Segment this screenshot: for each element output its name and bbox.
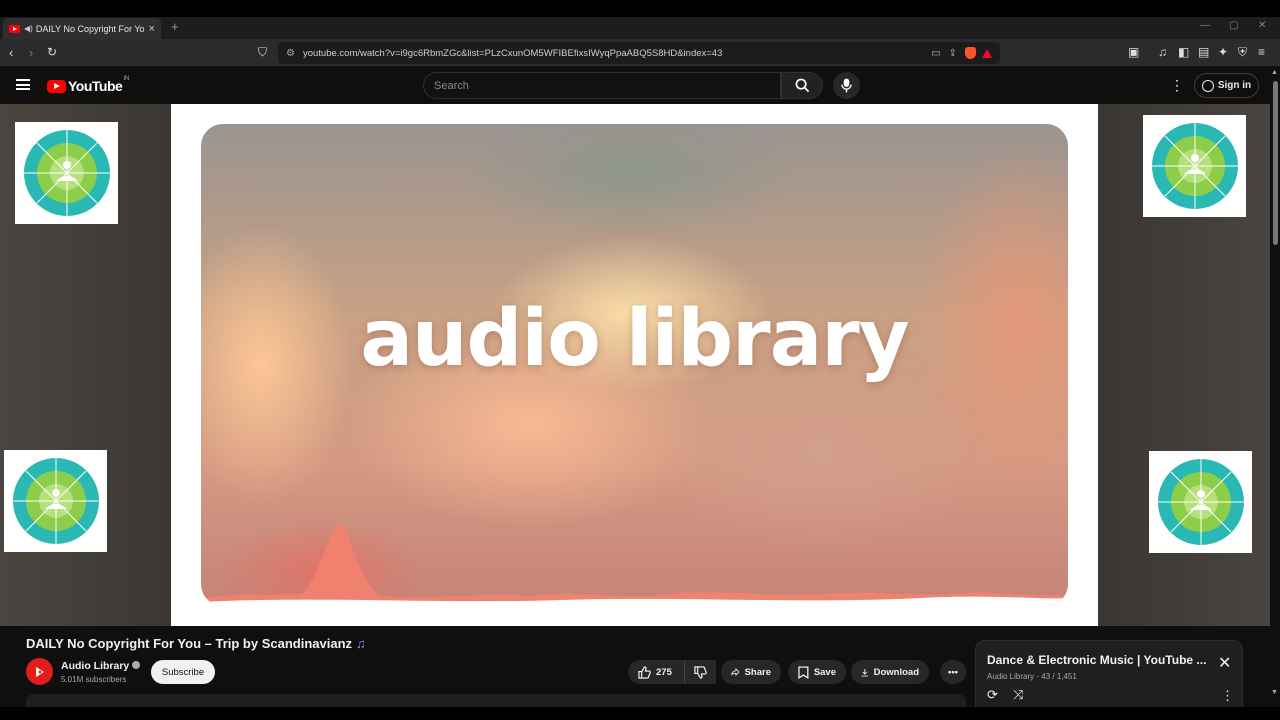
video-title: DAILY No Copyright For You – Trip by Sca… bbox=[26, 636, 366, 651]
overlay-title: audio library bbox=[360, 294, 909, 384]
window-close-icon[interactable]: ✕ bbox=[1258, 20, 1266, 31]
sign-in-button[interactable]: Sign in bbox=[1194, 73, 1259, 98]
verified-icon bbox=[132, 661, 141, 669]
tab-title: DAILY No Copyright For You bbox=[35, 23, 145, 34]
tab-close-icon[interactable]: × bbox=[149, 23, 155, 35]
youtube-logo[interactable]: YouTube IN bbox=[47, 76, 130, 94]
voice-search-button[interactable] bbox=[833, 72, 860, 99]
search-icon bbox=[795, 78, 809, 93]
shuffle-icon[interactable]: ⤨ bbox=[1013, 687, 1023, 703]
minimize-icon[interactable]: — bbox=[1200, 20, 1210, 31]
speaker-icon[interactable]: ◀) bbox=[24, 24, 33, 33]
new-tab-button[interactable]: + bbox=[171, 19, 179, 34]
sign-in-label: Sign in bbox=[1217, 80, 1252, 91]
address-toolbar: ‹ › ↻ ⛉ ⚙ youtube.com/watch?v=i9gc6RbmZG… bbox=[0, 39, 1280, 67]
back-icon[interactable]: ‹ bbox=[9, 45, 13, 60]
channel-avatar[interactable] bbox=[26, 658, 53, 685]
dislike-button[interactable] bbox=[684, 660, 716, 684]
settings-more-icon[interactable]: ⋮ bbox=[1170, 77, 1184, 94]
browser-tab[interactable]: ◀) DAILY No Copyright For You × bbox=[3, 18, 161, 39]
forward-icon[interactable]: › bbox=[29, 45, 33, 60]
leo-ai-icon[interactable]: ✦ bbox=[1218, 45, 1228, 59]
cast-icon[interactable]: ▭ bbox=[931, 48, 940, 59]
site-settings-icon[interactable]: ⚙ bbox=[286, 48, 295, 59]
share-button[interactable]: Share bbox=[721, 660, 781, 684]
scrollbar-thumb[interactable] bbox=[1273, 81, 1278, 245]
browser-window: ◀) DAILY No Copyright For You × + — ▢ ✕ … bbox=[0, 0, 1280, 720]
more-horizontal-icon: ••• bbox=[948, 666, 958, 678]
audio-library-logo-icon bbox=[35, 666, 44, 677]
close-playlist-icon[interactable]: ✕ bbox=[1218, 653, 1231, 673]
top-strip bbox=[0, 0, 1280, 17]
video-frame: audio library bbox=[171, 104, 1098, 626]
save-bookmark-icon bbox=[798, 666, 809, 679]
share-icon bbox=[731, 668, 740, 676]
youtube-favicon-icon bbox=[9, 24, 20, 33]
brave-rewards-icon[interactable] bbox=[982, 48, 992, 58]
music-note-icon: ♫ bbox=[356, 636, 366, 651]
music-icon[interactable]: ♫ bbox=[1158, 45, 1167, 59]
thumbs-down-icon bbox=[694, 665, 707, 679]
subscribe-button[interactable]: Subscribe bbox=[151, 660, 215, 684]
subscriber-count: 5.01M subscribers bbox=[61, 675, 127, 684]
channel-name-text: Audio Library bbox=[61, 660, 130, 672]
cloud-thumbnail: audio library bbox=[201, 124, 1068, 606]
download-button[interactable]: Download bbox=[851, 660, 929, 684]
sidebar-icon[interactable]: ◧ bbox=[1178, 45, 1189, 59]
vpn-shield-icon[interactable]: ⛨ bbox=[1238, 45, 1247, 60]
bottom-strip bbox=[0, 707, 1280, 720]
wellness-wheel-logo bbox=[1143, 115, 1246, 217]
share-label: Share bbox=[744, 666, 771, 678]
browser-menu-icon[interactable]: ≡ bbox=[1258, 45, 1265, 59]
logo-text: YouTube bbox=[68, 78, 123, 94]
playlist-title[interactable]: Dance & Electronic Music | YouTube ... bbox=[987, 653, 1209, 667]
download-icon bbox=[861, 668, 868, 676]
search-button[interactable] bbox=[781, 72, 823, 99]
scroll-down-icon[interactable]: ▼ bbox=[1271, 689, 1278, 696]
wellness-wheel-logo bbox=[15, 122, 118, 224]
channel-name[interactable]: Audio Library bbox=[61, 660, 141, 672]
restore-icon[interactable]: ▢ bbox=[1229, 20, 1238, 31]
bookmark-icon[interactable]: ⛉ bbox=[258, 45, 267, 60]
wallet-icon[interactable]: ▤ bbox=[1198, 45, 1209, 59]
reload-icon[interactable]: ↻ bbox=[47, 45, 57, 59]
mic-icon bbox=[841, 78, 852, 93]
video-details: DAILY No Copyright For You – Trip by Sca… bbox=[0, 626, 1280, 720]
search-input[interactable]: Search bbox=[423, 72, 781, 99]
page-scrollbar[interactable]: ▲ ▼ bbox=[1270, 67, 1280, 707]
download-label: Download bbox=[873, 666, 919, 678]
scroll-up-icon[interactable]: ▲ bbox=[1271, 69, 1278, 76]
menu-icon[interactable] bbox=[16, 79, 30, 90]
share-page-icon[interactable]: ⇪ bbox=[949, 48, 957, 59]
more-actions-button[interactable]: ••• bbox=[940, 660, 966, 684]
loop-icon[interactable]: ⟳ bbox=[987, 687, 998, 703]
url-text: youtube.com/watch?v=i9gc6RbmZGc&list=PLz… bbox=[302, 47, 723, 59]
playlist-meta: Audio Library - 43 / 1,451 bbox=[987, 672, 1077, 681]
youtube-play-icon bbox=[47, 79, 66, 93]
country-code: IN bbox=[123, 76, 130, 82]
like-count: 275 bbox=[656, 666, 672, 678]
audio-waveform bbox=[201, 522, 1068, 606]
wellness-wheel-logo bbox=[4, 450, 107, 552]
account-icon bbox=[1201, 79, 1214, 92]
save-label: Save bbox=[813, 666, 836, 678]
extensions-icon[interactable]: ▣ bbox=[1128, 45, 1139, 59]
save-button[interactable]: Save bbox=[788, 660, 846, 684]
youtube-header: YouTube IN Search ⋮ Sign in bbox=[0, 67, 1280, 104]
address-bar[interactable]: ⚙ youtube.com/watch?v=i9gc6RbmZGc&list=P… bbox=[278, 42, 1000, 64]
video-title-text: DAILY No Copyright For You – Trip by Sca… bbox=[26, 636, 353, 651]
video-player[interactable]: audio library bbox=[0, 104, 1280, 626]
wellness-wheel-logo bbox=[1149, 451, 1252, 553]
thumbs-up-icon bbox=[638, 665, 651, 679]
brave-shields-icon[interactable] bbox=[965, 47, 976, 59]
tab-bar: ◀) DAILY No Copyright For You × + — ▢ ✕ bbox=[0, 17, 1280, 39]
playlist-menu-icon[interactable]: ⋮ bbox=[1221, 688, 1234, 704]
